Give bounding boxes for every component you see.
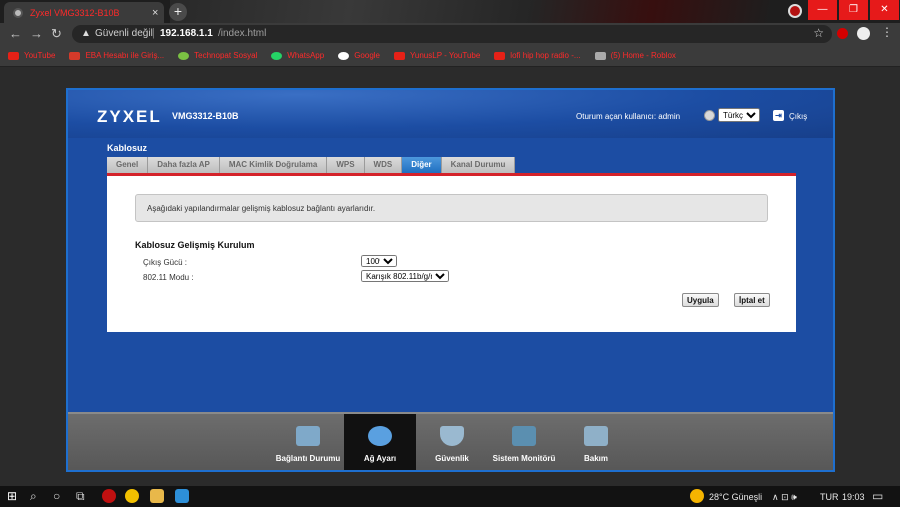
zyxel-logo: ZYXEL — [97, 107, 162, 126]
logout-link[interactable]: Çıkış — [789, 112, 807, 121]
section-title: Kablosuz — [107, 143, 148, 153]
maintenance-tools-icon — [584, 426, 608, 446]
clock[interactable]: 19:03 — [842, 492, 865, 502]
info-text: Aşağıdaki yapılandırmalar gelişmiş kablo… — [147, 204, 376, 213]
technopat-icon — [178, 51, 190, 60]
profile-avatar-icon[interactable] — [857, 27, 870, 40]
info-box: Aşağıdaki yapılandırmalar gelişmiş kablo… — [135, 194, 768, 222]
cancel-button[interactable]: İptal et — [734, 293, 770, 307]
youtube-icon — [394, 51, 405, 60]
roblox-icon — [594, 51, 606, 60]
dock-system-monitor[interactable]: Sistem Monitörü — [488, 414, 560, 470]
address-bar[interactable]: ▲ Güvenli değil | 192.168.1.1 /index.htm… — [72, 25, 832, 43]
bookmark-eba[interactable]: EBA Hesabı ile Giriş... — [69, 51, 164, 60]
reload-button[interactable]: ↻ — [51, 26, 62, 42]
forward-button[interactable]: → — [30, 26, 43, 41]
security-label[interactable]: Güvenli değil — [95, 28, 153, 39]
file-explorer-icon[interactable] — [150, 489, 164, 503]
extension-icon[interactable] — [837, 28, 848, 39]
bookmark-whatsapp[interactable]: WhatsApp — [271, 51, 324, 60]
eba-icon — [69, 51, 81, 60]
apply-button[interactable]: Uygula — [682, 293, 719, 307]
tray-icons[interactable]: ∧ ⊡ 🕪 — [772, 492, 797, 503]
model-name: VMG3312-B10B — [172, 111, 239, 121]
router-header: ZYXEL VMG3312-B10B Oturum açan kullanıcı… — [68, 90, 833, 138]
bookmark-youtube[interactable]: YouTube — [8, 51, 55, 60]
tab-genel[interactable]: Genel — [107, 157, 149, 173]
user-icon — [704, 110, 715, 121]
wireless-tabs: Genel Daha fazla AP MAC Kimlik Doğrulama… — [107, 157, 516, 173]
photos-app-icon[interactable] — [175, 489, 189, 503]
login-user-label: Oturum açan kullanıcı: admin — [576, 112, 681, 121]
tab-other[interactable]: Diğer — [402, 157, 442, 173]
windows-taskbar: ⊞ ⌕ ○ ⧉ 28°C Güneşli ∧ ⊡ 🕪 TUR 19:03 ▭ — [0, 486, 900, 507]
tab-search-icon[interactable] — [788, 4, 802, 18]
notification-icon[interactable]: ▭ — [872, 490, 883, 502]
browser-menu-icon[interactable]: ⋮ — [881, 25, 893, 39]
tab-channel-status[interactable]: Kanal Durumu — [441, 157, 516, 173]
task-view-icon[interactable]: ⧉ — [76, 490, 85, 502]
maximize-button[interactable]: ❐ — [839, 0, 868, 20]
close-window-button[interactable]: ✕ — [870, 0, 899, 20]
gear-icon — [368, 426, 392, 446]
weather-text[interactable]: 28°C Güneşli — [709, 492, 762, 502]
dock-network-settings[interactable]: Ağ Ayarı — [344, 414, 416, 470]
browser-tab[interactable]: Zyxel VMG3312-B10B × — [4, 2, 164, 23]
url-path: /index.html — [218, 28, 267, 39]
dock-maintenance[interactable]: Bakım — [560, 414, 632, 470]
browser-tab-strip: Zyxel VMG3312-B10B × + — ❐ ✕ — [0, 0, 900, 23]
window-controls: — ❐ ✕ — [807, 0, 900, 23]
url-separator: | — [152, 27, 155, 39]
windows-start-icon[interactable]: ⊞ — [7, 490, 17, 502]
router-panel: ZYXEL VMG3312-B10B Oturum açan kullanıcı… — [66, 88, 835, 472]
tab-mac-auth[interactable]: MAC Kimlik Doğrulama — [219, 157, 328, 173]
tab-title: Zyxel VMG3312-B10B — [30, 7, 120, 18]
connection-status-icon — [296, 426, 320, 446]
wifi-mode-label: 802.11 Modu : — [143, 273, 194, 282]
url-host: 192.168.1.1 — [160, 28, 213, 39]
tab-wds[interactable]: WDS — [364, 157, 403, 173]
new-tab-button[interactable]: + — [169, 3, 187, 21]
output-power-label: Çıkış Gücü : — [143, 258, 188, 267]
bookmark-technopat[interactable]: Technopat Sosyal — [178, 51, 257, 60]
dock-connection-status[interactable]: Bağlantı Durumu — [272, 414, 344, 470]
google-icon — [338, 51, 350, 60]
bookmark-google[interactable]: Google — [338, 51, 380, 60]
bookmarks-bar: YouTube EBA Hesabı ile Giriş... Technopa… — [0, 45, 900, 67]
cortana-icon[interactable]: ○ — [53, 490, 60, 502]
page-viewport: ZYXEL VMG3312-B10B Oturum açan kullanıcı… — [0, 67, 900, 486]
tab-close-icon[interactable]: × — [152, 7, 158, 19]
back-button[interactable]: ← — [9, 26, 22, 41]
warning-icon[interactable]: ▲ — [81, 28, 91, 39]
opera-gx-icon[interactable] — [102, 489, 116, 503]
minimize-button[interactable]: — — [808, 0, 837, 20]
search-icon[interactable]: ⌕ — [30, 490, 37, 502]
logout-icon[interactable]: ⇥ — [773, 110, 784, 121]
tab-favicon-icon — [13, 7, 23, 18]
weather-sun-icon[interactable] — [690, 489, 704, 503]
shield-icon — [440, 426, 464, 446]
bookmark-lofi[interactable]: lofi hip hop radio -... — [494, 51, 581, 60]
tab-more-ap[interactable]: Daha fazla AP — [148, 157, 220, 173]
whatsapp-icon — [271, 51, 283, 60]
browser-toolbar: ← → ↻ ▲ Güvenli değil | 192.168.1.1 /ind… — [0, 23, 900, 45]
youtube-icon — [494, 51, 506, 60]
chrome-icon[interactable] — [125, 489, 139, 503]
form-title: Kablosuz Gelişmiş Kurulum — [135, 240, 255, 250]
bookmark-star-icon[interactable]: ☆ — [813, 26, 824, 40]
tab-wps[interactable]: WPS — [327, 157, 365, 173]
dock-security[interactable]: Güvenlik — [416, 414, 488, 470]
settings-content: Aşağıdaki yapılandırmalar gelişmiş kablo… — [107, 176, 796, 332]
wifi-mode-select[interactable]: Karışık 802.11b/g/n — [361, 270, 449, 282]
bookmark-roblox[interactable]: (5) Home - Roblox — [594, 51, 676, 60]
youtube-icon — [8, 51, 19, 60]
bottom-dock: Bağlantı Durumu Ağ Ayarı Güvenlik Sistem… — [68, 412, 833, 470]
monitor-chart-icon — [512, 426, 536, 446]
input-language[interactable]: TUR — [820, 492, 839, 502]
language-select[interactable]: Türkçe — [718, 108, 760, 122]
output-power-select[interactable]: 100% — [361, 255, 397, 267]
bookmark-yunuslp[interactable]: YunusLP - YouTube — [394, 51, 480, 60]
